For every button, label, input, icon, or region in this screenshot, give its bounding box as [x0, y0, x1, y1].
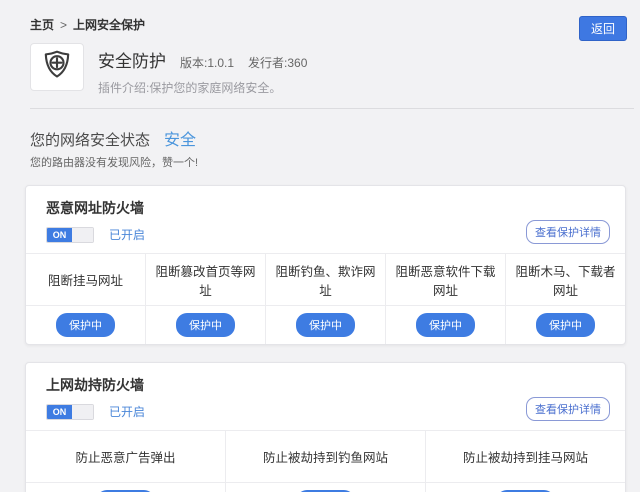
card-header: 上网劫持防火墙 ON 已开启 查看保护详情: [26, 363, 625, 430]
security-status-subtext: 您的路由器没有发现风险，赞一个!: [30, 157, 199, 169]
plugin-version: 版本:1.0.1: [180, 56, 235, 70]
security-status-value: 安全: [164, 132, 197, 149]
protection-cell: 阻断挂马网址 保护中: [26, 254, 145, 344]
plugin-meta: 安全防护 版本:1.0.1 发行者:360 插件介绍:保护您的家庭网络安全。: [98, 43, 307, 96]
protecting-status-badge[interactable]: 保护中: [176, 313, 235, 337]
plugin-title: 安全防护: [98, 52, 166, 71]
protection-grid: 阻断挂马网址 保护中 阻断篡改首页等网址 保护中 阻断钓鱼、欺诈网址 保护中 阻…: [26, 253, 625, 344]
security-status-row: 您的网络安全状态 安全: [30, 126, 610, 150]
plugin-publisher: 发行者:360: [248, 56, 308, 70]
back-button[interactable]: 返回: [578, 16, 627, 41]
plugin-icon-tile: [30, 43, 84, 91]
protecting-status-badge[interactable]: 保护中: [296, 313, 355, 337]
protection-cell: 防止被劫持到挂马网站 保护中: [425, 431, 625, 492]
protection-cell: 阻断木马、下载者网址 保护中: [505, 254, 625, 344]
protection-label: 阻断挂马网址: [26, 254, 145, 306]
protection-cell: 防止被劫持到钓鱼网站 保护中: [225, 431, 425, 492]
protection-cell: 阻断钓鱼、欺诈网址 保护中: [265, 254, 385, 344]
card-title: 恶意网址防火墙: [46, 200, 144, 216]
protection-label: 防止恶意广告弹出: [26, 431, 225, 483]
shield-plus-icon: [40, 48, 74, 87]
view-protection-details-button[interactable]: 查看保护详情: [526, 220, 610, 244]
protecting-status-badge[interactable]: 保护中: [416, 313, 475, 337]
protecting-status-badge[interactable]: 保护中: [536, 313, 595, 337]
protection-label: 阻断木马、下载者网址: [506, 254, 625, 306]
breadcrumb-home[interactable]: 主页: [30, 16, 54, 33]
toggle-state-label: 已开启: [109, 228, 146, 242]
plugin-description: 插件介绍:保护您的家庭网络安全。: [98, 81, 282, 95]
toggle-on-label: ON: [47, 227, 72, 242]
protection-label: 阻断钓鱼、欺诈网址: [266, 254, 385, 306]
card-header: 恶意网址防火墙 ON 已开启 查看保护详情: [26, 186, 625, 253]
protection-cell: 阻断篡改首页等网址 保护中: [145, 254, 265, 344]
protection-label: 防止被劫持到挂马网站: [426, 431, 625, 483]
protecting-status-badge[interactable]: 保护中: [56, 313, 115, 337]
firewall-toggle[interactable]: ON: [46, 226, 94, 243]
security-status-label: 您的网络安全状态: [30, 132, 151, 149]
card-malicious-url-firewall: 恶意网址防火墙 ON 已开启 查看保护详情 阻断挂马网址 保护中 阻断篡改首页等…: [25, 185, 626, 345]
breadcrumb: 主页 > 上网安全保护: [0, 0, 640, 33]
protection-grid: 防止恶意广告弹出 保护中 防止被劫持到钓鱼网站 保护中 防止被劫持到挂马网站 保…: [26, 430, 625, 492]
plugin-header: 安全防护 版本:1.0.1 发行者:360 插件介绍:保护您的家庭网络安全。: [30, 43, 610, 96]
protection-label: 防止被劫持到钓鱼网站: [226, 431, 425, 483]
card-hijack-firewall: 上网劫持防火墙 ON 已开启 查看保护详情 防止恶意广告弹出 保护中 防止被劫持…: [25, 362, 626, 492]
view-protection-details-button[interactable]: 查看保护详情: [526, 397, 610, 421]
firewall-toggle[interactable]: ON: [46, 403, 94, 420]
protection-cell: 阻断恶意软件下载网址 保护中: [385, 254, 505, 344]
breadcrumb-separator: >: [60, 17, 68, 32]
toggle-on-label: ON: [47, 404, 72, 419]
toggle-track: [71, 404, 93, 419]
protection-label: 阻断篡改首页等网址: [146, 254, 265, 306]
breadcrumb-current: 上网安全保护: [73, 18, 146, 32]
protection-label: 阻断恶意软件下载网址: [386, 254, 505, 306]
protection-cell: 防止恶意广告弹出 保护中: [26, 431, 225, 492]
toggle-state-label: 已开启: [109, 405, 146, 419]
header-divider: [30, 108, 634, 109]
card-title: 上网劫持防火墙: [46, 377, 144, 393]
toggle-track: [71, 227, 93, 242]
